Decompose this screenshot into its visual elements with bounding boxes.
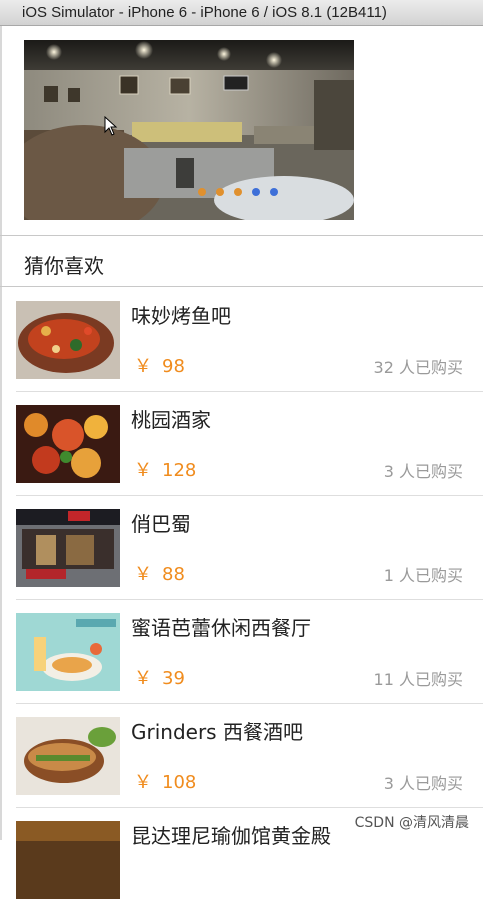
page-dot[interactable] bbox=[270, 188, 278, 196]
deal-name: 桃园酒家 bbox=[131, 408, 211, 432]
price-value: 39 bbox=[162, 668, 185, 689]
sold-count: 32 人已购买 bbox=[373, 358, 463, 377]
deal-price: ￥ 108 bbox=[134, 768, 196, 794]
deal-thumbnail bbox=[16, 405, 120, 483]
sold-count: 3 人已购买 bbox=[383, 462, 463, 481]
deal-row[interactable]: 蜜语芭蕾休闲西餐厅 ￥ 39 11 人已购买 bbox=[16, 600, 483, 704]
divider bbox=[0, 286, 483, 287]
watermark: CSDN @清风清晨 bbox=[354, 815, 469, 831]
deal-price: ￥ 39 bbox=[134, 664, 185, 690]
banner-image bbox=[24, 40, 354, 220]
page-dot[interactable] bbox=[234, 188, 242, 196]
banner-carousel[interactable] bbox=[24, 40, 354, 220]
deal-thumbnail bbox=[16, 613, 120, 691]
page-dot[interactable] bbox=[198, 188, 206, 196]
deal-row[interactable]: Grinders 西餐酒吧 ￥ 108 3 人已购买 bbox=[16, 704, 483, 808]
currency-symbol: ￥ bbox=[134, 460, 152, 481]
price-value: 128 bbox=[162, 460, 197, 481]
deal-row[interactable]: 味妙烤鱼吧 ￥ 98 32 人已购买 bbox=[16, 288, 483, 392]
divider bbox=[0, 235, 483, 236]
deal-name: 味妙烤鱼吧 bbox=[131, 304, 231, 328]
currency-symbol: ￥ bbox=[134, 356, 152, 377]
sold-count: 3 人已购买 bbox=[383, 774, 463, 793]
section-title: 猜你喜欢 bbox=[24, 254, 104, 278]
simulator-title-bar: iOS Simulator - iPhone 6 - iPhone 6 / iO… bbox=[0, 0, 483, 26]
deal-row[interactable]: 俏巴蜀 ￥ 88 1 人已购买 bbox=[16, 496, 483, 600]
window-edge bbox=[0, 26, 2, 840]
price-value: 98 bbox=[162, 356, 185, 377]
sold-count: 11 人已购买 bbox=[373, 670, 463, 689]
deal-price: ￥ 128 bbox=[134, 456, 196, 482]
deal-name: 昆达理尼瑜伽馆黄金殿 bbox=[131, 824, 331, 848]
currency-symbol: ￥ bbox=[134, 564, 152, 585]
deal-thumbnail bbox=[16, 717, 120, 795]
page-control[interactable] bbox=[198, 188, 278, 196]
sold-count: 1 人已购买 bbox=[383, 566, 463, 585]
deal-name: Grinders 西餐酒吧 bbox=[131, 720, 303, 744]
deal-price: ￥ 98 bbox=[134, 352, 185, 378]
deal-name: 俏巴蜀 bbox=[131, 512, 191, 536]
deal-thumbnail bbox=[16, 509, 120, 587]
mouse-cursor-icon bbox=[104, 116, 118, 136]
deal-price: ￥ 88 bbox=[134, 560, 185, 586]
price-value: 88 bbox=[162, 564, 185, 585]
price-value: 108 bbox=[162, 772, 197, 793]
deal-thumbnail bbox=[16, 821, 120, 899]
currency-symbol: ￥ bbox=[134, 668, 152, 689]
deal-row[interactable]: 桃园酒家 ￥ 128 3 人已购买 bbox=[16, 392, 483, 496]
page-dot[interactable] bbox=[216, 188, 224, 196]
deal-thumbnail bbox=[16, 301, 120, 379]
page-dot[interactable] bbox=[252, 188, 260, 196]
currency-symbol: ￥ bbox=[134, 772, 152, 793]
deal-name: 蜜语芭蕾休闲西餐厅 bbox=[131, 616, 311, 640]
